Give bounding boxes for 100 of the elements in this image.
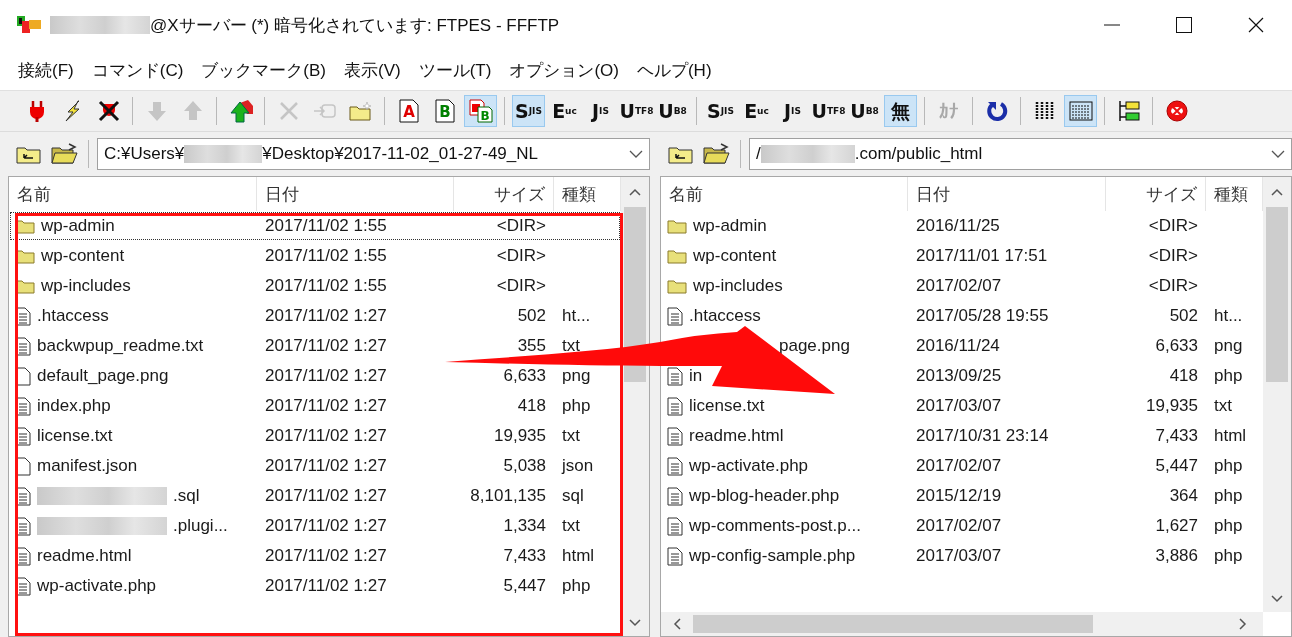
size-cell-text: 1,334 (502, 516, 547, 536)
open-folder-icon (703, 143, 731, 165)
file-name: readme.html (37, 546, 132, 566)
date-cell-text: 2017/10/31 23:14 (915, 426, 1050, 446)
menu-item[interactable]: 接続(F) (10, 54, 82, 86)
document-icon (667, 306, 683, 326)
column-header[interactable]: 名前 (661, 177, 908, 211)
open-folder-icon (51, 143, 79, 165)
type-cell-text: txt (1213, 396, 1233, 416)
size-cell-text: <DIR> (495, 276, 547, 296)
up-arrow-icon (181, 100, 204, 122)
date-cell-text: 2017/11/02 1:55 (264, 216, 388, 236)
document-icon (667, 516, 683, 536)
window-title: @Xサーバー (*) 暗号化されています: FTPES - FFFTP (150, 14, 560, 37)
date-cell-text: 2017/11/02 1:27 (264, 516, 388, 536)
menu-item[interactable]: ツール(T) (410, 54, 500, 86)
path-combobox[interactable]: C:¥Users¥ ¥Desktop¥2017-11-02_01-27-49_NL (97, 138, 650, 170)
file-name: wp-content (41, 246, 125, 266)
date-cell-text: 2017/11/02 1:27 (264, 546, 388, 566)
menu-item[interactable]: コマンド(C) (83, 54, 192, 86)
size-cell-text: 418 (1168, 366, 1199, 386)
file-name: wp-activate.php (37, 576, 157, 596)
size-cell-text: 418 (516, 396, 547, 416)
type-cell-text: sql (561, 486, 585, 506)
refresh-icon (985, 100, 1008, 122)
date-cell-text: 2017/11/02 1:27 (264, 486, 388, 506)
file-name: wp-includes (693, 276, 783, 296)
scroll-left-icon (671, 617, 683, 631)
scroll-right-icon (1237, 617, 1249, 631)
type-cell-text: html (1213, 426, 1248, 446)
folder-icon (667, 248, 687, 264)
size-cell-text: 8,101,135 (469, 486, 547, 506)
date-cell-text: 2017/11/02 1:27 (264, 576, 388, 596)
type-cell-text: txt (561, 336, 581, 356)
close-icon (1248, 17, 1264, 33)
mixed-mode-button[interactable]: B (464, 95, 497, 127)
menu-item[interactable]: ヘルプ(H) (628, 54, 720, 86)
path-combobox[interactable]: / .com/public_html (749, 138, 1292, 170)
size-cell-text: <DIR> (495, 216, 547, 236)
maximize-icon (1176, 17, 1192, 33)
size-cell-text: 7,433 (502, 546, 547, 566)
date-cell-text: 2017/11/02 1:27 (264, 456, 388, 476)
encoding-button[interactable]: S$^{JIS}$ (512, 95, 545, 127)
date-cell-text: 2017/03/07 (915, 546, 1003, 566)
type-cell-text: php (1213, 486, 1244, 506)
file-name: wp-admin (693, 216, 767, 236)
file-name: wp-activate.php (689, 456, 809, 476)
date-cell-text: 2017/11/02 1:27 (264, 366, 388, 386)
type-cell-text: json (560, 456, 595, 476)
date-cell-text: 2017/02/07 (915, 516, 1003, 536)
column-header[interactable]: サイズ (1106, 177, 1206, 211)
date-cell-text: 2017/11/02 1:27 (264, 306, 388, 326)
date-cell-text: 2017/05/28 19:55 (915, 306, 1050, 326)
scroll-up-icon (1270, 187, 1284, 197)
menu-item[interactable]: オプション(O) (501, 54, 627, 86)
file-name: page.png (779, 336, 850, 356)
column-header[interactable]: サイズ (454, 177, 554, 211)
type-cell-text: png (1213, 336, 1244, 356)
size-cell-text: <DIR> (1147, 276, 1199, 296)
date-cell-text: 2017/11/01 17:51 (915, 246, 1049, 266)
tree-icon (1116, 99, 1141, 123)
file-name: wp-content (693, 246, 777, 266)
type-cell-text: txt (561, 516, 581, 536)
size-cell-text: 6,633 (1154, 336, 1199, 356)
file-name: manifest.json (37, 456, 138, 476)
size-cell-text: 19,935 (1145, 396, 1199, 416)
encoding-button[interactable]: 無 (884, 95, 917, 127)
file-name: .htaccess (37, 306, 109, 326)
file-name: wp-admin (41, 216, 115, 236)
letter-document-button[interactable]: B (428, 95, 461, 127)
details-view-icon (1068, 101, 1093, 121)
column-header[interactable]: 日付 (908, 177, 1106, 211)
date-cell-text: 2016/11/24 (915, 336, 1001, 356)
date-cell-text: 2017/02/07 (915, 456, 1003, 476)
type-cell-text: php (1213, 366, 1244, 386)
menu-item[interactable]: 表示(V) (336, 54, 409, 86)
document-icon (667, 546, 683, 566)
date-cell-text: 2013/09/25 (915, 366, 1003, 386)
column-header[interactable]: 名前 (9, 177, 257, 211)
file-name: .plugi... (173, 516, 228, 536)
letter-document-button[interactable]: A (392, 95, 425, 127)
type-cell-text: php (1213, 456, 1244, 476)
size-cell-text: 364 (1168, 486, 1199, 506)
size-cell-text: 5,447 (502, 576, 547, 596)
delete-icon (278, 101, 299, 121)
encoding-button[interactable]: S$^{JIS}$ (704, 95, 737, 127)
size-cell-text: 5,447 (1154, 456, 1199, 476)
date-cell-text: 2017/11/02 1:27 (264, 396, 388, 416)
file-name: .sql (173, 486, 200, 506)
type-cell-text: ht... (561, 306, 592, 326)
date-cell-text: 2017/11/02 1:27 (264, 336, 388, 356)
type-cell-text: php (1213, 516, 1244, 536)
file-name: in (689, 366, 703, 386)
column-header[interactable]: 日付 (257, 177, 454, 211)
date-cell-text: 2017/11/02 1:55 (264, 246, 388, 266)
size-cell-text: 3,886 (1154, 546, 1199, 566)
menu-item[interactable]: ブックマーク(B) (193, 54, 334, 86)
minimize-icon (1104, 24, 1120, 26)
app-logo-icon (16, 15, 42, 35)
date-cell-text: 2017/03/07 (915, 396, 1003, 416)
